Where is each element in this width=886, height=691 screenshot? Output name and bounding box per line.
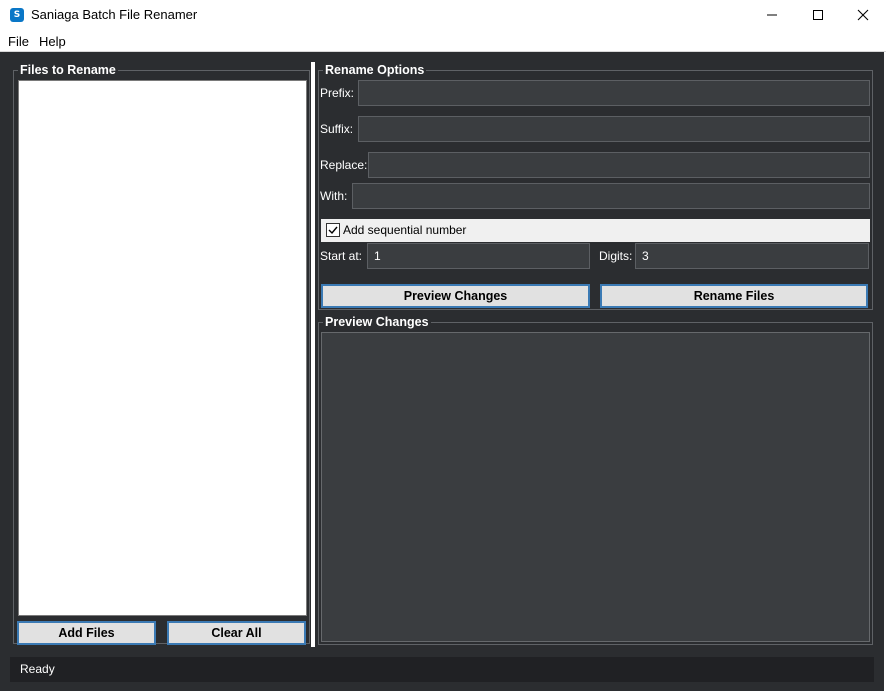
- sequential-number-checkbox[interactable]: Add sequential number: [321, 219, 870, 242]
- checkbox-box[interactable]: [326, 223, 340, 237]
- menu-bar: File Help: [0, 31, 886, 52]
- rename-options-frame: Rename Options Prefix: Suffix: Replace: …: [318, 63, 873, 310]
- preview-frame-title: Preview Changes: [323, 315, 431, 329]
- suffix-input[interactable]: [358, 116, 870, 142]
- minimize-icon: [767, 14, 777, 16]
- start-at-label: Start at:: [320, 249, 363, 263]
- prefix-label: Prefix:: [320, 86, 355, 100]
- menu-file[interactable]: File: [8, 34, 29, 49]
- file-list[interactable]: [18, 80, 307, 616]
- digits-input[interactable]: 3: [635, 243, 869, 269]
- files-frame: Files to Rename Add Files Clear All: [13, 63, 310, 645]
- checkmark-icon: [328, 226, 338, 235]
- status-text: Ready: [20, 662, 55, 676]
- maximize-button[interactable]: [795, 0, 841, 31]
- maximize-icon: [813, 10, 823, 20]
- replace-input[interactable]: [368, 152, 870, 178]
- suffix-label: Suffix:: [320, 122, 354, 136]
- main-area: Files to Rename Add Files Clear All Rena…: [0, 52, 884, 691]
- preview-changes-button[interactable]: Preview Changes: [321, 284, 590, 308]
- app-icon: S: [10, 8, 24, 22]
- window-title: Saniaga Batch File Renamer: [31, 7, 198, 22]
- replace-label: Replace:: [320, 158, 368, 172]
- with-label: With:: [320, 189, 348, 203]
- preview-frame: Preview Changes: [318, 315, 873, 645]
- sequential-number-label: Add sequential number: [343, 223, 467, 237]
- add-files-button[interactable]: Add Files: [17, 621, 156, 645]
- minimize-button[interactable]: [749, 0, 795, 31]
- digits-label: Digits:: [599, 249, 633, 263]
- rename-files-button[interactable]: Rename Files: [600, 284, 868, 308]
- files-frame-title: Files to Rename: [18, 63, 118, 77]
- title-bar: S Saniaga Batch File Renamer: [0, 0, 886, 31]
- rename-options-title: Rename Options: [323, 63, 427, 77]
- start-at-input[interactable]: 1: [367, 243, 590, 269]
- pane-divider[interactable]: [311, 62, 315, 647]
- prefix-input[interactable]: [358, 80, 870, 106]
- menu-help[interactable]: Help: [39, 34, 66, 49]
- status-bar: Ready: [10, 657, 874, 682]
- close-button[interactable]: [840, 0, 886, 31]
- preview-text-area[interactable]: [321, 332, 870, 642]
- with-input[interactable]: [352, 183, 870, 209]
- clear-all-button[interactable]: Clear All: [167, 621, 306, 645]
- close-icon: [857, 9, 869, 21]
